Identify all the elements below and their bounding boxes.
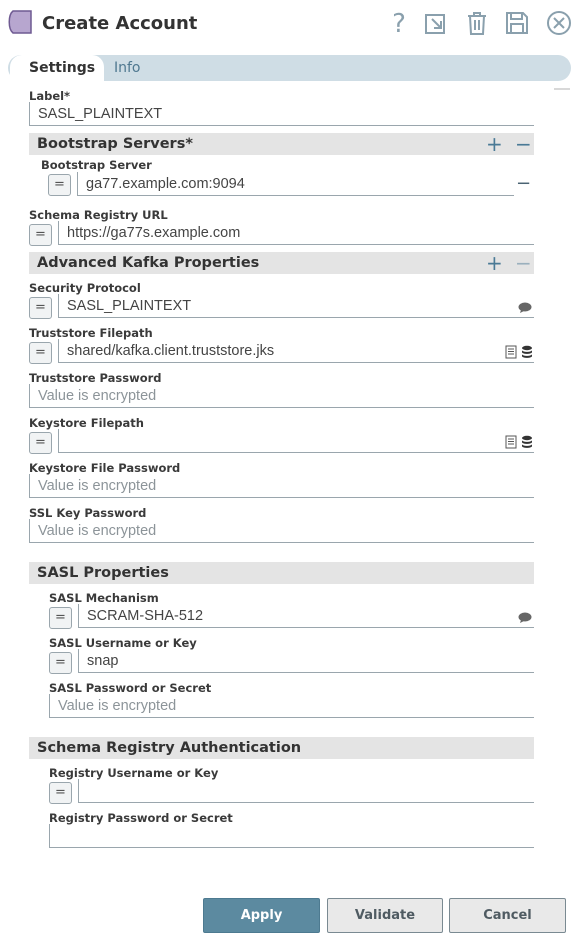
label-input[interactable]: SASL_PLAINTEXT <box>29 102 534 126</box>
remove-bootstrap-server-row-button[interactable]: − <box>516 173 531 194</box>
schema-registry-url-input[interactable]: https://ga77s.example.com <box>58 221 534 245</box>
sasl-password-input[interactable]: Value is encrypted <box>49 694 534 718</box>
registry-username-expression-toggle[interactable]: = <box>49 782 72 804</box>
ssl-key-password-label: SSL Key Password <box>29 506 147 520</box>
add-advanced-property-button[interactable]: + <box>486 253 503 273</box>
help-icon[interactable]: ? <box>385 8 413 38</box>
keystore-file-password-label: Keystore File Password <box>29 461 181 475</box>
validate-button[interactable]: Validate <box>327 898 443 933</box>
label-field-label: Label* <box>29 89 71 103</box>
sasl-password-label: SASL Password or Secret <box>49 681 212 695</box>
keystore-filepath-expression-toggle[interactable]: = <box>29 432 52 454</box>
keystore-filepath-input[interactable] <box>58 429 534 453</box>
sasl-username-expression-toggle[interactable]: = <box>49 652 72 674</box>
app-logo-icon <box>7 9 33 35</box>
security-protocol-select[interactable]: SASL_PLAINTEXT <box>58 294 534 318</box>
save-icon[interactable] <box>503 8 531 38</box>
sasl-username-input[interactable]: snap <box>78 649 534 673</box>
close-icon[interactable] <box>545 8 573 38</box>
sasl-mechanism-expression-toggle[interactable]: = <box>49 607 72 629</box>
ssl-key-password-input[interactable]: Value is encrypted <box>29 519 534 543</box>
registry-password-label: Registry Password or Secret <box>49 811 233 825</box>
schema-registry-url-expression-toggle[interactable]: = <box>29 224 52 246</box>
svg-text:?: ? <box>392 9 406 37</box>
bootstrap-server-input[interactable]: ga77.example.com:9094 <box>77 172 514 196</box>
schema-registry-url-value: https://ga77s <box>67 225 151 241</box>
add-bootstrap-server-button[interactable]: + <box>486 134 503 154</box>
export-icon[interactable] <box>422 8 450 38</box>
file-browser-icon[interactable] <box>505 344 517 359</box>
remove-advanced-property-button[interactable]: − <box>515 253 532 273</box>
registry-username-input[interactable] <box>78 779 534 803</box>
schema-registry-authentication-section: Schema Registry Authentication <box>29 737 534 759</box>
keystore-file-password-input[interactable]: Value is encrypted <box>29 474 534 498</box>
delete-icon[interactable] <box>463 8 491 38</box>
remove-bootstrap-server-button[interactable]: − <box>515 134 532 154</box>
cancel-button[interactable]: Cancel <box>449 898 566 933</box>
schema-registry-url-value-tail: .example.com <box>150 225 241 241</box>
tab-info[interactable]: Info <box>114 60 141 76</box>
tab-settings-label[interactable]: Settings <box>29 60 95 76</box>
truststore-filepath-label: Truststore Filepath <box>29 326 153 340</box>
security-protocol-expression-toggle[interactable]: = <box>29 297 52 319</box>
database-icon[interactable] <box>521 434 533 448</box>
truststore-filepath-expression-toggle[interactable]: = <box>29 342 52 364</box>
bootstrap-server-value-tail: .example.com:9094 <box>118 176 245 192</box>
advanced-kafka-properties-section: Advanced Kafka Properties <box>29 252 534 274</box>
truststore-password-label: Truststore Password <box>29 371 162 385</box>
apply-button[interactable]: Apply <box>203 898 320 933</box>
sasl-username-label: SASL Username or Key <box>49 636 197 650</box>
bootstrap-server-expression-toggle[interactable]: = <box>48 174 71 196</box>
registry-username-label: Registry Username or Key <box>49 766 219 780</box>
sasl-properties-section: SASL Properties <box>29 562 534 584</box>
sasl-mechanism-label: SASL Mechanism <box>49 591 159 605</box>
truststore-filepath-input[interactable]: shared/kafka.client.truststore.jks <box>58 339 534 363</box>
bootstrap-servers-section: Bootstrap Servers* <box>29 133 534 155</box>
database-icon[interactable] <box>521 344 533 358</box>
bootstrap-server-value: ga77 <box>86 176 119 192</box>
page-title: Create Account <box>42 13 198 34</box>
file-browser-icon[interactable] <box>505 434 517 449</box>
truststore-password-input[interactable]: Value is encrypted <box>29 384 534 408</box>
schema-registry-url-label: Schema Registry URL <box>29 208 168 222</box>
bootstrap-server-label: Bootstrap Server <box>41 158 152 172</box>
sasl-mechanism-select[interactable]: SCRAM-SHA-512 <box>78 604 534 628</box>
scrollbar[interactable] <box>554 88 570 90</box>
registry-password-input[interactable] <box>49 824 534 848</box>
suggest-icon[interactable] <box>518 609 532 623</box>
keystore-filepath-label: Keystore Filepath <box>29 416 144 430</box>
security-protocol-label: Security Protocol <box>29 281 141 295</box>
suggest-icon[interactable] <box>518 299 532 313</box>
